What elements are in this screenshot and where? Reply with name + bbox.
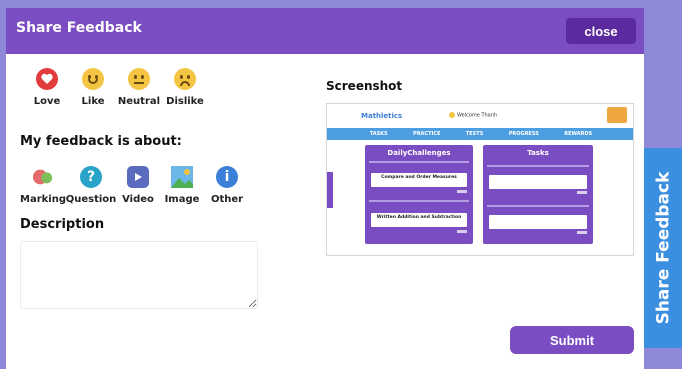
modal-header: Share Feedback close <box>6 8 644 54</box>
reaction-like[interactable]: Like <box>70 68 116 107</box>
preview-nav-item: PRACTICE <box>413 131 441 137</box>
preview-nav: TASKS PRACTICE TESTS PROGRESS REWARDS <box>327 128 633 140</box>
modal-title: Share Feedback <box>16 20 142 36</box>
reaction-label: Neutral <box>117 96 161 107</box>
about-marking[interactable]: Marking <box>20 166 66 205</box>
preview-tasks-panel: Tasks <box>483 145 593 244</box>
preview-avatar-icon <box>607 107 627 123</box>
share-feedback-tab-label: Share Feedback <box>653 171 674 325</box>
about-video[interactable]: Video <box>116 166 160 205</box>
preview-tasks-title: Tasks <box>527 149 549 157</box>
close-button[interactable]: close <box>566 18 636 44</box>
description-heading: Description <box>20 217 105 232</box>
about-label: Video <box>122 194 154 205</box>
about-question[interactable]: ? Question <box>66 166 116 205</box>
preview-nav-item: TASKS <box>369 131 388 137</box>
about-label: Marking <box>20 194 66 205</box>
about-picker: Marking ? Question Video Image i Other <box>20 166 250 205</box>
preview-welcome: Welcome Thanh <box>449 112 497 119</box>
feedback-modal: Share Feedback close Love Like Neutral D… <box>6 8 644 369</box>
about-label: Question <box>65 194 117 205</box>
about-label: Image <box>164 194 200 205</box>
preview-side-tab <box>327 172 333 208</box>
smile-face-icon <box>82 68 104 90</box>
about-label: Other <box>210 194 244 205</box>
preview-daily-title: DailyChallenges <box>387 149 451 157</box>
screenshot-preview: Mathletics Welcome Thanh TASKS PRACTICE … <box>326 103 634 256</box>
reaction-label: Like <box>81 96 105 107</box>
preview-nav-item: TESTS <box>465 131 484 137</box>
info-icon: i <box>216 166 238 188</box>
reaction-label: Love <box>33 96 61 107</box>
about-other[interactable]: i Other <box>204 166 250 205</box>
preview-card: Written Addition and Subtraction <box>371 213 467 227</box>
neutral-face-icon <box>128 68 150 90</box>
preview-task-card <box>489 215 587 229</box>
image-icon <box>171 166 193 188</box>
reaction-label: Dislike <box>166 96 204 107</box>
reaction-picker: Love Like Neutral Dislike <box>24 68 208 107</box>
preview-nav-item: REWARDS <box>564 131 593 137</box>
preview-card: Compare and Order Measures <box>371 173 467 187</box>
preview-logo: Mathletics <box>361 112 403 120</box>
share-feedback-tab[interactable]: Share Feedback <box>644 148 682 348</box>
question-icon: ? <box>80 166 102 188</box>
screenshot-heading: Screenshot <box>326 79 403 93</box>
reaction-dislike[interactable]: Dislike <box>162 68 208 107</box>
about-heading: My feedback is about: <box>20 134 182 149</box>
marking-icon <box>32 166 54 188</box>
submit-button[interactable]: Submit <box>510 326 634 354</box>
reaction-neutral[interactable]: Neutral <box>116 68 162 107</box>
video-icon <box>127 166 149 188</box>
preview-task-card <box>489 175 587 189</box>
preview-nav-item: PROGRESS <box>508 131 539 137</box>
frown-face-icon <box>174 68 196 90</box>
about-image[interactable]: Image <box>160 166 204 205</box>
reaction-love[interactable]: Love <box>24 68 70 107</box>
heart-icon <box>36 68 58 90</box>
preview-daily-panel: DailyChallenges Compare and Order Measur… <box>365 145 473 244</box>
description-field[interactable] <box>20 241 258 309</box>
